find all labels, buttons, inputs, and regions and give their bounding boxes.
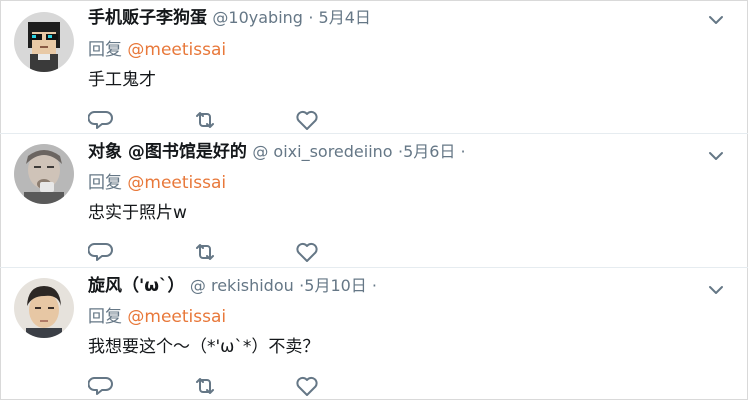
tweet[interactable]: 旋风（'ω`） @ rekishidou ·5月10日 · 回复 @meetis…: [0, 268, 748, 401]
timestamp[interactable]: · 5月4日: [308, 8, 371, 27]
like-icon[interactable]: [294, 240, 320, 264]
display-name[interactable]: 手机贩子李狗蛋: [88, 8, 207, 28]
chevron-down-icon[interactable]: [706, 10, 726, 30]
mention-link[interactable]: @meetissai: [127, 173, 226, 193]
mention-link[interactable]: @meetissai: [127, 307, 226, 327]
reply-context: 回复 @meetissai: [88, 171, 226, 195]
retweet-icon[interactable]: [192, 108, 218, 132]
tweet[interactable]: 手机贩子李狗蛋 @10yabing · 5月4日 回复 @meetissai 手…: [0, 0, 748, 133]
like-icon[interactable]: [294, 374, 320, 398]
reply-prefix: 回复: [88, 173, 128, 193]
retweet-icon[interactable]: [192, 374, 218, 398]
tweet-text: 我想要这个～（*'ω`*）不卖？: [88, 337, 320, 357]
timestamp[interactable]: ·5月10日 ·: [299, 276, 377, 295]
tweet-text: 手工鬼才: [88, 70, 156, 90]
like-icon[interactable]: [294, 108, 320, 132]
reply-icon[interactable]: [88, 108, 114, 132]
user-handle[interactable]: @ oixi_soredeiino: [252, 142, 392, 161]
chevron-down-icon[interactable]: [706, 146, 726, 166]
reply-prefix: 回复: [88, 307, 128, 327]
reply-icon[interactable]: [88, 374, 114, 398]
timestamp[interactable]: ·5月6日 ·: [398, 142, 466, 161]
avatar[interactable]: [14, 278, 74, 338]
reply-context: 回复 @meetissai: [88, 38, 226, 62]
user-handle[interactable]: @ rekishidou: [190, 276, 294, 295]
reply-icon[interactable]: [88, 240, 114, 264]
avatar[interactable]: [14, 144, 74, 204]
avatar[interactable]: [14, 12, 74, 72]
tweet-text: 忠实于照片w: [88, 203, 187, 223]
display-name[interactable]: 对象 @图书馆是好的: [88, 142, 247, 162]
chevron-down-icon[interactable]: [706, 280, 726, 300]
retweet-icon[interactable]: [192, 240, 218, 264]
reply-context: 回复 @meetissai: [88, 305, 226, 329]
mention-link[interactable]: @meetissai: [127, 40, 226, 60]
reply-prefix: 回复: [88, 40, 128, 60]
display-name[interactable]: 旋风（'ω`）: [88, 276, 184, 296]
user-handle[interactable]: @10yabing: [212, 8, 303, 27]
tweet[interactable]: 对象 @图书馆是好的 @ oixi_soredeiino ·5月6日 · 回复 …: [0, 134, 748, 267]
